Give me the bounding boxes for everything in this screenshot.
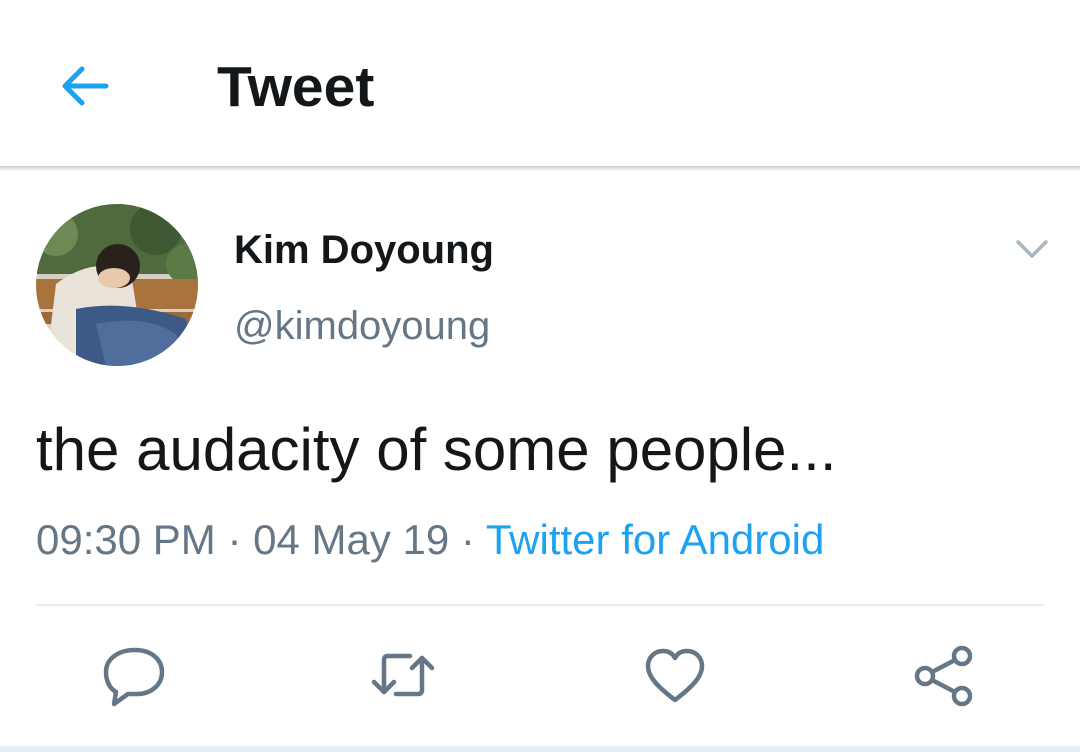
page-title: Tweet — [217, 55, 375, 119]
tweet-source-link[interactable]: Twitter for Android — [486, 516, 824, 563]
author-name[interactable]: Kim Doyoung — [234, 226, 494, 274]
bottom-edge — [0, 746, 1080, 752]
like-button[interactable] — [640, 642, 710, 708]
avatar-photo — [36, 204, 198, 366]
like-icon — [645, 648, 705, 703]
reply-icon — [103, 647, 165, 707]
tweet-time: 09:30 PM — [36, 516, 216, 563]
tweet-text: the audacity of some people... — [36, 416, 837, 483]
retweet-button[interactable] — [368, 642, 438, 708]
retweet-icon — [371, 653, 435, 697]
reply-button[interactable] — [100, 642, 170, 708]
meta-separator: · — [460, 516, 475, 563]
share-icon — [914, 645, 973, 707]
arrow-left-icon — [62, 66, 109, 106]
tweet-meta: 09:30 PM · 04 May 19 · Twitter for Andro… — [36, 514, 824, 566]
back-button[interactable] — [56, 56, 116, 116]
author-handle[interactable]: @kimdoyoung — [234, 302, 490, 350]
share-button[interactable] — [908, 642, 978, 708]
app-bar: Tweet — [0, 0, 1080, 166]
avatar[interactable] — [36, 204, 198, 366]
divider — [36, 604, 1044, 606]
chevron-down-icon — [1016, 240, 1048, 258]
meta-separator: · — [227, 516, 242, 563]
tweet-menu-button[interactable] — [1012, 230, 1052, 270]
app-bar-shadow — [0, 166, 1080, 171]
tweet-date: 04 May 19 — [253, 516, 450, 563]
